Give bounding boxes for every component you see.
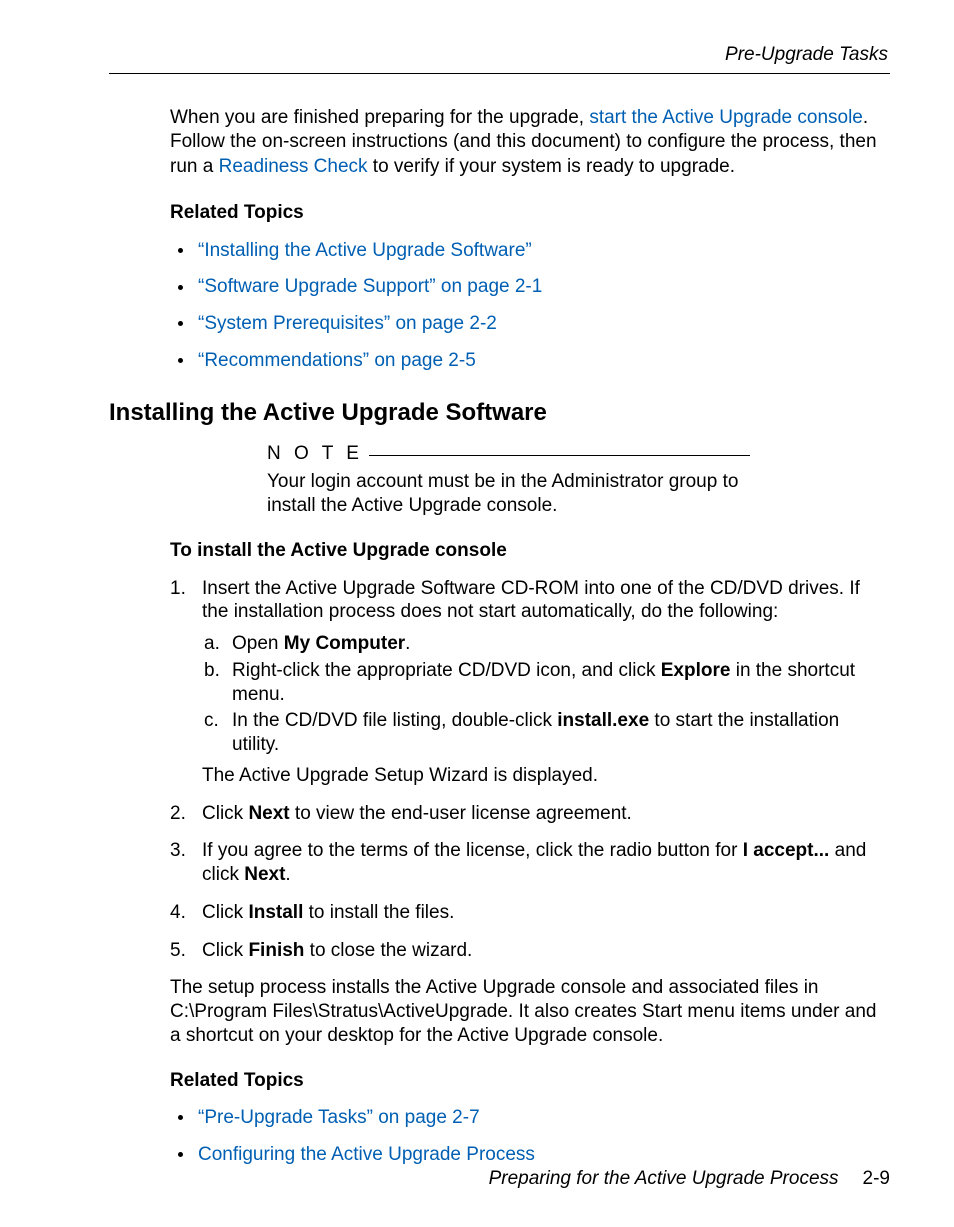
body-content: When you are finished preparing for the … <box>170 106 890 373</box>
step-1c-pre: In the CD/DVD file listing, double-click <box>232 710 557 731</box>
step-1a-pre: Open <box>232 633 284 654</box>
step-3: If you agree to the terms of the license… <box>170 839 890 887</box>
step-1b-pre: Right-click the appropriate CD/DVD icon,… <box>232 660 661 681</box>
closing-paragraph: The setup process installs the Active Up… <box>170 976 890 1047</box>
note-rule <box>369 455 750 456</box>
step-2-bold: Next <box>248 803 289 824</box>
step-3-post: . <box>285 864 290 885</box>
step-1a-bold: My Computer <box>284 633 405 654</box>
step-1-after: The Active Upgrade Setup Wizard is displ… <box>202 764 890 788</box>
step-2-post: to view the end-user license agreement. <box>290 803 632 824</box>
step-1-substeps: Open My Computer. Right-click the approp… <box>202 632 890 757</box>
step-1b-bold: Explore <box>661 660 731 681</box>
header-rule <box>109 73 890 74</box>
footer-page-number: 2-9 <box>863 1168 890 1189</box>
step-1: Insert the Active Upgrade Software CD-RO… <box>170 577 890 788</box>
step-1c-bold: install.exe <box>557 710 649 731</box>
intro-text-3: to verify if your system is ready to upg… <box>368 156 736 177</box>
link-readiness-check[interactable]: Readiness Check <box>219 156 368 177</box>
link-start-console[interactable]: start the Active Upgrade console <box>589 107 863 128</box>
related-topics-list-2: “Pre-Upgrade Tasks” on page 2-7 Configur… <box>170 1106 890 1167</box>
note-text: Your login account must be in the Admini… <box>267 470 750 518</box>
intro-paragraph: When you are finished preparing for the … <box>170 106 890 180</box>
step-1c: In the CD/DVD file listing, double-click… <box>202 709 890 757</box>
link-recommendations[interactable]: “Recommendations” on page 2-5 <box>198 350 476 371</box>
note-label: N O T E <box>267 443 369 466</box>
step-5-bold: Finish <box>248 940 304 961</box>
running-header: Pre-Upgrade Tasks <box>109 44 890 67</box>
intro-text-1: When you are finished preparing for the … <box>170 107 589 128</box>
step-5: Click Finish to close the wizard. <box>170 939 890 963</box>
related-topics-list-1: “Installing the Active Upgrade Software”… <box>170 239 890 373</box>
step-1b: Right-click the appropriate CD/DVD icon,… <box>202 659 890 707</box>
step-5-pre: Click <box>202 940 248 961</box>
list-item: “System Prerequisites” on page 2-2 <box>170 312 890 336</box>
related-topics-heading-1: Related Topics <box>170 202 890 225</box>
step-4: Click Install to install the files. <box>170 901 890 925</box>
link-configuring-process[interactable]: Configuring the Active Upgrade Process <box>198 1144 535 1165</box>
page-footer: Preparing for the Active Upgrade Process… <box>489 1168 890 1191</box>
link-software-upgrade-support[interactable]: “Software Upgrade Support” on page 2-1 <box>198 276 542 297</box>
link-installing-software[interactable]: “Installing the Active Upgrade Software” <box>198 240 532 261</box>
step-4-bold: Install <box>248 902 303 923</box>
step-5-post: to close the wizard. <box>304 940 472 961</box>
step-3-bold2: Next <box>244 864 285 885</box>
step-4-pre: Click <box>202 902 248 923</box>
list-item: “Software Upgrade Support” on page 2-1 <box>170 275 890 299</box>
related-topics-heading-2: Related Topics <box>170 1070 890 1093</box>
list-item: “Installing the Active Upgrade Software” <box>170 239 890 263</box>
step-1a: Open My Computer. <box>202 632 890 656</box>
step-3-pre: If you agree to the terms of the license… <box>202 840 743 861</box>
list-item: “Pre-Upgrade Tasks” on page 2-7 <box>170 1106 890 1130</box>
step-3-bold1: I accept... <box>743 840 830 861</box>
install-heading: To install the Active Upgrade console <box>170 540 890 563</box>
list-item: Configuring the Active Upgrade Process <box>170 1143 890 1167</box>
step-1-text: Insert the Active Upgrade Software CD-RO… <box>202 578 860 623</box>
link-system-prerequisites[interactable]: “System Prerequisites” on page 2-2 <box>198 313 497 334</box>
list-item: “Recommendations” on page 2-5 <box>170 349 890 373</box>
install-body: To install the Active Upgrade console In… <box>170 540 890 1167</box>
step-2-pre: Click <box>202 803 248 824</box>
page: Pre-Upgrade Tasks When you are finished … <box>0 0 954 1227</box>
note-label-row: N O T E <box>267 443 750 466</box>
note-block: N O T E Your login account must be in th… <box>267 443 750 517</box>
section-title: Installing the Active Upgrade Software <box>109 399 890 428</box>
footer-title: Preparing for the Active Upgrade Process <box>489 1168 839 1189</box>
step-4-post: to install the files. <box>303 902 454 923</box>
install-steps: Insert the Active Upgrade Software CD-RO… <box>170 577 890 963</box>
link-pre-upgrade-tasks[interactable]: “Pre-Upgrade Tasks” on page 2-7 <box>198 1107 480 1128</box>
step-1a-post: . <box>405 633 410 654</box>
step-2: Click Next to view the end-user license … <box>170 802 890 826</box>
